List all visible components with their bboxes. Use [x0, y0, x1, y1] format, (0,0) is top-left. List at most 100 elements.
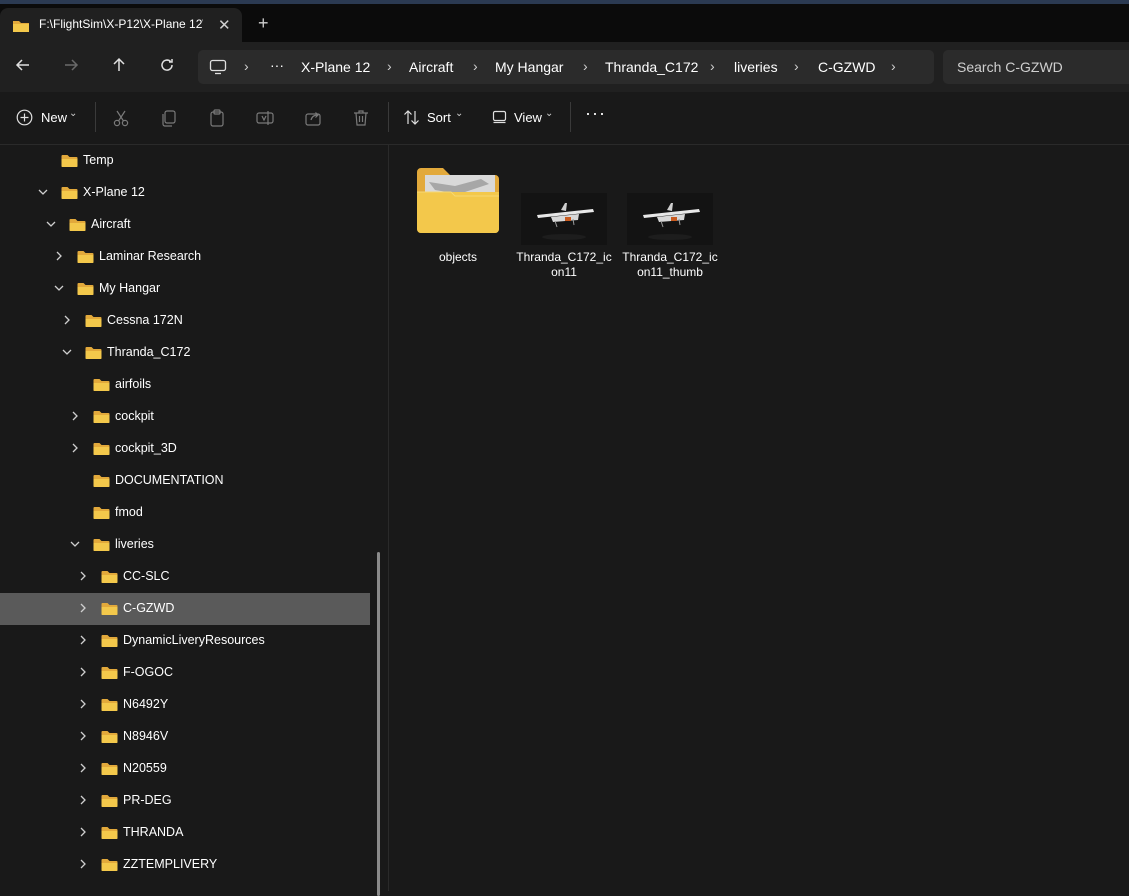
airplane-thumbnail-icon — [521, 193, 607, 245]
forward-button[interactable] — [59, 56, 83, 78]
tree-item[interactable]: airfoils — [0, 369, 370, 401]
chevron-right-icon[interactable] — [76, 729, 90, 743]
breadcrumb-my-hangar[interactable]: My Hangar — [495, 59, 563, 75]
new-label: New — [41, 110, 68, 125]
folder-icon — [101, 571, 118, 583]
file-name: Thranda_C172_icon11_thumb — [622, 250, 718, 279]
chevron-right-icon[interactable] — [52, 249, 66, 263]
file-item-objects[interactable]: objects — [410, 163, 506, 273]
chevron-right-icon[interactable]: › — [794, 58, 799, 74]
tree-item[interactable]: liveries — [0, 529, 370, 561]
tab-title: F:\FlightSim\X-P12\X-Plane 12\ — [39, 17, 203, 31]
tree-item[interactable]: fmod — [0, 497, 370, 529]
chevron-down-icon[interactable] — [68, 537, 82, 551]
back-button[interactable] — [11, 56, 35, 78]
scrollbar[interactable] — [377, 552, 380, 896]
tree-item[interactable]: cockpit — [0, 401, 370, 433]
close-icon[interactable]: ✕ — [218, 16, 231, 34]
chevron-right-icon[interactable] — [68, 409, 82, 423]
breadcrumb-liveries[interactable]: liveries — [734, 59, 778, 75]
tree-item[interactable]: N8946V — [0, 721, 370, 753]
new-tab-button[interactable]: + — [258, 14, 269, 32]
tree-item[interactable]: THRANDA — [0, 817, 370, 849]
chevron-right-icon[interactable] — [76, 665, 90, 679]
trash-icon[interactable] — [351, 108, 371, 128]
chevron-right-icon[interactable] — [76, 697, 90, 711]
tree-item[interactable]: X-Plane 12 — [0, 177, 370, 209]
tab-current[interactable]: F:\FlightSim\X-P12\X-Plane 12\ ✕ — [0, 8, 242, 42]
divider — [570, 102, 571, 132]
search-input[interactable]: Search C-GZWD — [943, 50, 1129, 84]
new-button[interactable]: New ⌄ — [16, 104, 82, 132]
chevron-right-icon[interactable]: › — [387, 58, 392, 74]
rename-icon[interactable] — [255, 108, 275, 128]
folder-icon — [101, 699, 118, 711]
paste-icon[interactable] — [207, 108, 227, 128]
tree-item[interactable]: DynamicLiveryResources — [0, 625, 370, 657]
tree-item[interactable]: Cessna 172N — [0, 305, 370, 337]
file-item-icon11[interactable]: Thranda_C172_icon11 — [516, 163, 612, 283]
tree-item[interactable]: F-OGOC — [0, 657, 370, 689]
tree-item[interactable]: My Hangar — [0, 273, 370, 305]
tree-item[interactable]: cockpit_3D — [0, 433, 370, 465]
tree-item[interactable]: Laminar Research — [0, 241, 370, 273]
up-button[interactable] — [107, 56, 131, 78]
share-icon[interactable] — [303, 108, 323, 128]
chevron-down-icon[interactable] — [60, 345, 74, 359]
tree-item[interactable]: PR-DEG — [0, 785, 370, 817]
tree-item[interactable]: CC-SLC — [0, 561, 370, 593]
tree-item-label: N6492Y — [123, 697, 169, 711]
tree-item[interactable]: Thranda_C172 — [0, 337, 370, 369]
breadcrumb-x-plane-12[interactable]: X-Plane 12 — [301, 59, 370, 75]
chevron-right-icon[interactable] — [76, 601, 90, 615]
folder-icon — [93, 539, 110, 551]
chevron-right-icon[interactable]: › — [891, 58, 896, 74]
folder-icon — [417, 168, 499, 233]
cut-icon[interactable] — [111, 108, 131, 128]
tree-item[interactable]: C-GZWD — [0, 593, 370, 625]
chevron-right-icon[interactable]: › — [583, 58, 588, 74]
chevron-right-icon[interactable] — [76, 761, 90, 775]
tree-item[interactable]: N6492Y — [0, 689, 370, 721]
breadcrumb-overflow[interactable]: ··· — [270, 57, 284, 73]
more-options-button[interactable]: ··· — [585, 103, 607, 131]
chevron-right-icon[interactable] — [76, 633, 90, 647]
chevron-right-icon[interactable] — [76, 569, 90, 583]
sort-button[interactable]: Sort ⌄ — [403, 104, 467, 132]
chevron-right-icon[interactable]: › — [473, 58, 478, 74]
folder-icon — [101, 603, 118, 615]
sort-icon — [404, 110, 419, 125]
view-button[interactable]: View ⌄ — [492, 104, 558, 132]
folder-icon — [101, 667, 118, 679]
chevron-right-icon[interactable] — [76, 857, 90, 871]
folder-icon — [85, 315, 102, 327]
chevron-right-icon[interactable] — [60, 313, 74, 327]
chevron-right-icon[interactable] — [68, 441, 82, 455]
tree-item-label: DOCUMENTATION — [115, 473, 224, 487]
folder-icon — [85, 347, 102, 359]
tree-item[interactable]: DOCUMENTATION — [0, 465, 370, 497]
tree-item[interactable]: N20559 — [0, 753, 370, 785]
breadcrumb-c-gzwd[interactable]: C-GZWD — [818, 59, 876, 75]
copy-icon[interactable] — [159, 108, 179, 128]
tree-item-label: THRANDA — [123, 825, 184, 839]
breadcrumb-thranda-c172[interactable]: Thranda_C172 — [605, 59, 698, 75]
chevron-down-icon[interactable] — [44, 217, 58, 231]
tree-item[interactable]: ZZTEMPLIVERY — [0, 849, 370, 881]
tree-item-label: N8946V — [123, 729, 169, 743]
tree-item[interactable]: Aircraft — [0, 209, 370, 241]
chevron-down-icon[interactable] — [52, 281, 66, 295]
tree-item[interactable]: Temp — [0, 145, 370, 177]
refresh-button[interactable] — [155, 56, 179, 78]
file-name: objects — [438, 250, 478, 264]
folder-icon — [13, 21, 29, 32]
address-bar[interactable]: › ··· X-Plane 12 › Aircraft › My Hangar … — [198, 50, 934, 84]
chevron-right-icon[interactable] — [76, 825, 90, 839]
breadcrumb-aircraft[interactable]: Aircraft — [409, 59, 453, 75]
tree-item-label: F-OGOC — [123, 665, 173, 679]
file-item-icon11-thumb[interactable]: Thranda_C172_icon11_thumb — [622, 163, 718, 283]
tree-item-label: PR-DEG — [123, 793, 172, 807]
chevron-down-icon[interactable] — [36, 185, 50, 199]
chevron-right-icon[interactable]: › — [710, 58, 715, 74]
chevron-right-icon[interactable] — [76, 793, 90, 807]
